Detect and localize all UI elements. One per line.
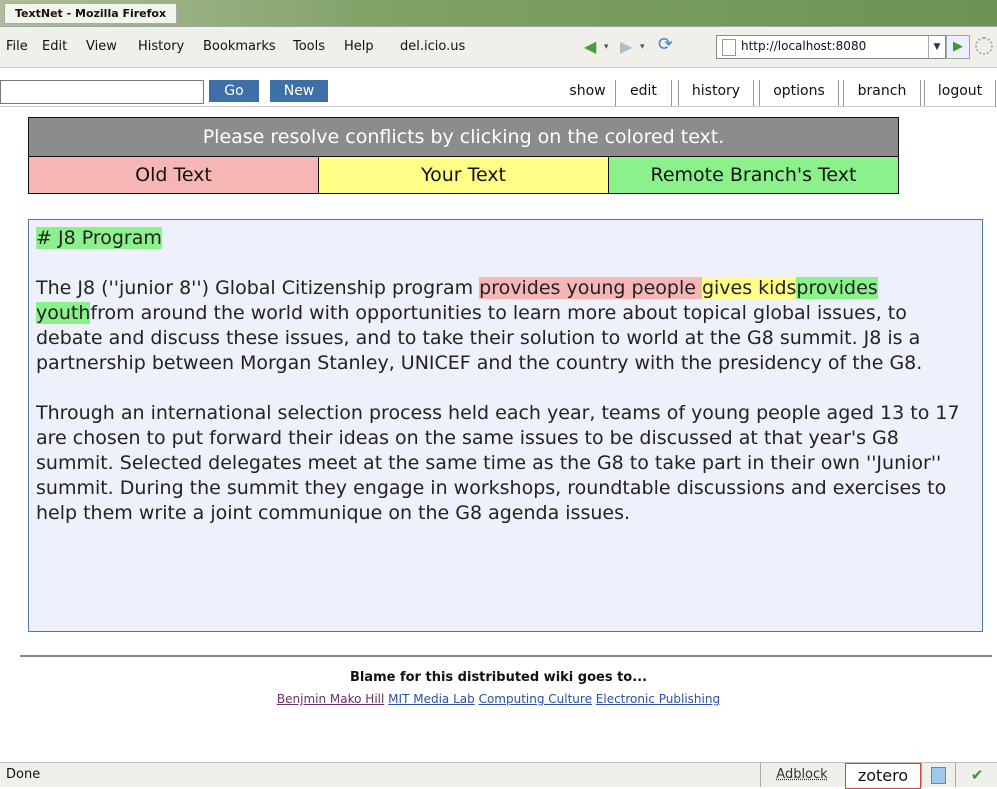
menu-bar: File Edit View History Bookmarks Tools H…: [0, 27, 997, 68]
conflict-your-text[interactable]: gives kids: [701, 277, 797, 299]
legend-remote-text: Remote Branch's Text: [608, 157, 898, 193]
menu-file[interactable]: File: [6, 39, 28, 54]
legend-your-text: Your Text: [318, 157, 608, 193]
wiki-content: # J8 Program The J8 (''junior 8'') Globa…: [28, 219, 983, 632]
footer-link-electronic-publishing[interactable]: Electronic Publishing: [596, 692, 720, 706]
menu-tools[interactable]: Tools: [293, 39, 325, 54]
url-bar[interactable]: http://localhost:8080 ▼: [716, 35, 946, 59]
tab-branch[interactable]: branch: [843, 80, 921, 106]
footer-link-media-lab[interactable]: MIT Media Lab: [388, 692, 475, 706]
throbber-icon: [975, 37, 993, 55]
tab-logout[interactable]: logout: [924, 80, 996, 106]
go-button[interactable]: Go: [209, 80, 259, 102]
paragraph-1-rest: from around the world with opportunities…: [36, 302, 923, 374]
footer-link-author[interactable]: Benjmin Mako Hill: [277, 692, 384, 706]
zotero-button[interactable]: zotero: [845, 763, 921, 789]
window-titlebar: TextNet - Mozilla Firefox: [0, 0, 997, 27]
url-dropdown-icon[interactable]: ▼: [928, 36, 945, 58]
conflict-legend: Please resolve conflicts by clicking on …: [28, 117, 899, 194]
menu-bookmarks[interactable]: Bookmarks: [203, 39, 276, 54]
status-text: Done: [6, 767, 41, 782]
notes-icon[interactable]: [921, 763, 954, 787]
paragraph-1-intro: The J8 (''junior 8'') Global Citizenship…: [36, 277, 480, 299]
status-bar: Done Adblock zotero ✔: [0, 762, 997, 789]
menu-history[interactable]: History: [138, 39, 184, 54]
footer-link-computing-culture[interactable]: Computing Culture: [479, 692, 592, 706]
legend-old-text: Old Text: [29, 157, 318, 193]
adblock-button[interactable]: Adblock: [760, 763, 843, 787]
forward-arrow-icon[interactable]: ▶: [620, 37, 632, 56]
footer-divider: [20, 655, 992, 657]
status-ok-icon: ✔: [955, 763, 997, 787]
url-text[interactable]: http://localhost:8080: [741, 39, 866, 53]
menu-view[interactable]: View: [86, 39, 117, 54]
menu-edit[interactable]: Edit: [42, 39, 67, 54]
heading-conflict-remote[interactable]: # J8 Program: [36, 227, 162, 249]
conflict-old-text[interactable]: provides young people: [479, 277, 702, 299]
search-input[interactable]: [0, 80, 204, 104]
legend-row: Old Text Your Text Remote Branch's Text: [29, 157, 898, 193]
reload-icon[interactable]: ⟳: [658, 34, 673, 55]
menu-help[interactable]: Help: [344, 39, 374, 54]
footer-title: Blame for this distributed wiki goes to.…: [349, 670, 648, 685]
paragraph-2: Through an international selection proce…: [36, 402, 960, 524]
page-icon: [722, 39, 736, 56]
app-toolbar: Go New show edit history options branch …: [0, 68, 997, 107]
tab-history[interactable]: history: [678, 80, 754, 106]
tab-show[interactable]: show: [560, 80, 615, 106]
go-arrow-icon[interactable]: ▶: [946, 35, 970, 59]
tab-options[interactable]: options: [759, 80, 839, 106]
back-dropdown-icon[interactable]: ▾: [604, 42, 609, 52]
footer-links: Benjmin Mako Hill MIT Media Lab Computin…: [0, 692, 997, 706]
conflict-instructions: Please resolve conflicts by clicking on …: [29, 118, 898, 157]
paragraph-1: The J8 (''junior 8'') Global Citizenship…: [36, 276, 975, 376]
window-title: TextNet - Mozilla Firefox: [4, 3, 178, 24]
tab-edit[interactable]: edit: [615, 80, 672, 106]
forward-dropdown-icon[interactable]: ▾: [640, 42, 645, 52]
menu-delicious[interactable]: del.icio.us: [400, 39, 465, 54]
new-button[interactable]: New: [270, 80, 328, 102]
back-arrow-icon[interactable]: ◀: [584, 37, 596, 56]
